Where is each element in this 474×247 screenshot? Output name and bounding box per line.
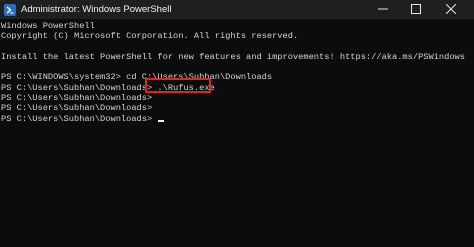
maximize-button[interactable] (401, 0, 431, 19)
maximize-icon (411, 1, 421, 19)
console-line: PS C:\WINDOWS\system32> cd C:\Users\Subh… (1, 72, 273, 83)
console-line: PS C:\Users\Subhan\Downloads> (1, 93, 153, 104)
minimize-button[interactable] (368, 0, 398, 19)
console-output[interactable]: Windows PowerShell Copyright (C) Microso… (1, 21, 473, 247)
console-prompt-line[interactable]: PS C:\Users\Subhan\Downloads> (1, 114, 473, 124)
powershell-icon (4, 3, 16, 16)
console-line: Windows PowerShell (1, 21, 95, 31)
console-line: Install the latest PowerShell for new fe… (1, 51, 465, 62)
close-icon (445, 1, 457, 19)
console-prompt: PS C:\Users\Subhan\Downloads> (1, 113, 158, 124)
command-highlight-box (145, 78, 211, 93)
close-button[interactable] (436, 0, 466, 19)
title-bar[interactable]: Administrator: Windows PowerShell (0, 0, 474, 19)
powershell-window: Administrator: Windows PowerShell Window… (0, 0, 474, 247)
console-line: Copyright (C) Microsoft Corporation. All… (1, 31, 299, 42)
window-title: Administrator: Windows PowerShell (21, 4, 172, 15)
minimize-icon (378, 1, 388, 19)
text-cursor (158, 119, 165, 122)
console-line: PS C:\Users\Subhan\Downloads> (1, 103, 153, 114)
console-line: PS C:\Users\Subhan\Downloads> .\Rufus.ex… (1, 82, 215, 93)
